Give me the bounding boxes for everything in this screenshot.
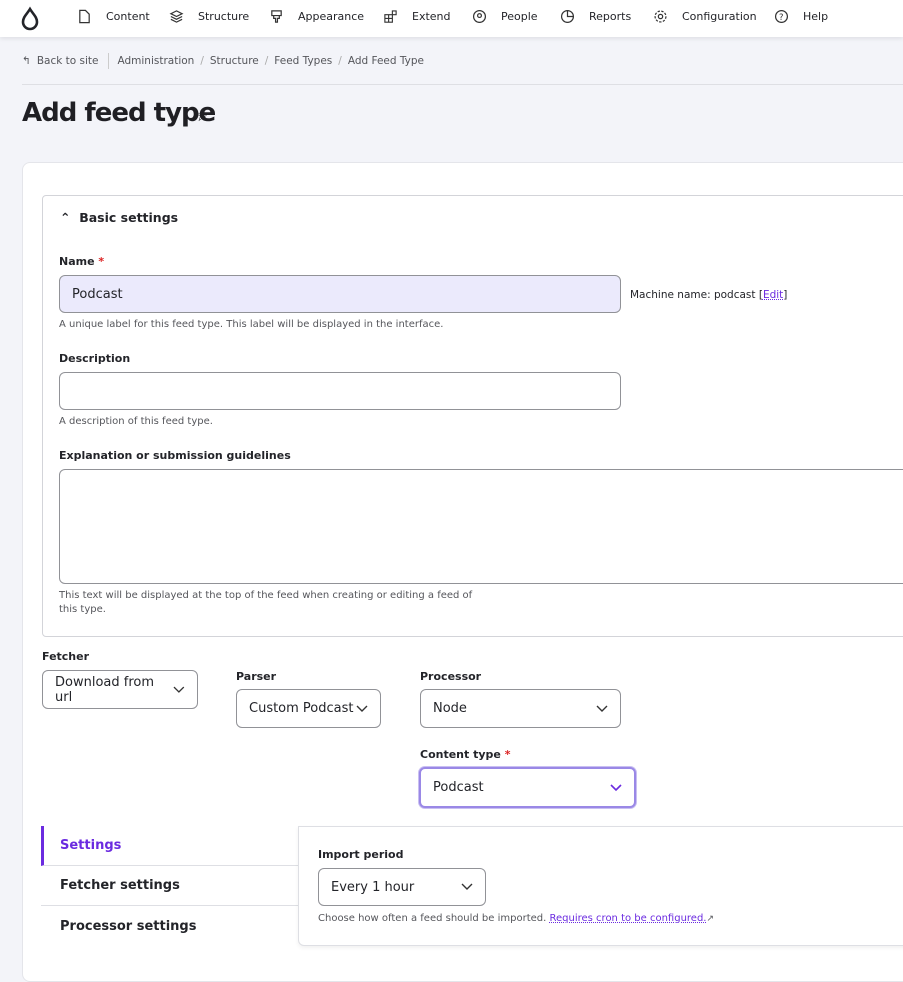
fetcher-select[interactable]: Download from url	[42, 670, 198, 709]
name-input[interactable]: Podcast	[59, 275, 621, 313]
crumb-structure[interactable]: Structure	[210, 55, 259, 67]
crumb-feed-types[interactable]: Feed Types	[274, 55, 332, 67]
chevron-down-icon	[356, 705, 368, 713]
drupal-logo-icon[interactable]	[20, 6, 40, 32]
nav-appearance[interactable]: Appearance	[269, 9, 364, 24]
chevron-up-icon: ⌃	[60, 210, 70, 225]
back-to-site-link[interactable]: Back to site	[37, 55, 99, 67]
file-icon	[77, 9, 92, 24]
parser-select[interactable]: Custom Podcast	[236, 689, 381, 728]
nav-configuration[interactable]: Configuration	[653, 9, 757, 24]
description-input[interactable]	[59, 372, 621, 410]
content-type-select[interactable]: Podcast	[419, 767, 636, 808]
page-title: Add feed type	[22, 98, 215, 128]
name-label: Name *	[59, 255, 104, 268]
nav-structure[interactable]: Structure	[169, 9, 249, 24]
fetcher-label: Fetcher	[42, 650, 89, 663]
nav-people[interactable]: People	[472, 9, 538, 24]
import-period-label: Import period	[318, 848, 403, 861]
nav-content[interactable]: Content	[77, 9, 150, 24]
processor-select[interactable]: Node	[420, 689, 621, 728]
help-icon: ?	[774, 9, 789, 24]
import-period-select[interactable]: Every 1 hour	[318, 868, 486, 906]
breadcrumb: ↰ Back to site Administration / Structure…	[22, 53, 424, 69]
pie-chart-icon	[560, 9, 575, 24]
back-arrow-icon: ↰	[22, 55, 31, 67]
nav-help[interactable]: ? Help	[774, 9, 828, 24]
chevron-down-icon	[596, 705, 608, 713]
basic-settings-summary[interactable]: ⌃ Basic settings	[60, 210, 178, 225]
cron-link[interactable]: Requires cron to be configured.	[550, 913, 707, 924]
edit-machine-name-link[interactable]: Edit	[763, 289, 783, 301]
description-help: A description of this feed type.	[59, 415, 213, 429]
content-type-label: Content type *	[420, 748, 510, 761]
chevron-down-icon	[173, 686, 185, 694]
chevron-down-icon	[461, 883, 473, 891]
vtab-fetcher-settings[interactable]: Fetcher settings	[41, 866, 299, 906]
nav-reports[interactable]: Reports	[560, 9, 631, 24]
guidelines-help: This text will be displayed at the top o…	[59, 589, 479, 617]
star-icon[interactable]: ☆	[195, 106, 210, 126]
processor-label: Processor	[420, 670, 481, 683]
blocks-icon	[383, 9, 398, 24]
crumb-current: Add Feed Type	[348, 55, 424, 67]
machine-name: Machine name: podcast [Edit]	[630, 288, 787, 302]
gear-icon	[653, 9, 668, 24]
nav-extend[interactable]: Extend	[383, 9, 451, 24]
name-description: A unique label for this feed type. This …	[59, 318, 443, 332]
settings-pane: Import period Every 1 hour Choose how of…	[298, 826, 903, 946]
guidelines-label: Explanation or submission guidelines	[59, 449, 291, 462]
description-label: Description	[59, 352, 130, 365]
import-period-help: Choose how often a feed should be import…	[318, 912, 714, 926]
user-circle-icon	[472, 9, 487, 24]
layers-icon	[169, 9, 184, 24]
vertical-tabs: Settings Fetcher settings Processor sett…	[41, 826, 299, 946]
parser-label: Parser	[236, 670, 276, 683]
vtab-processor-settings[interactable]: Processor settings	[41, 906, 299, 946]
chevron-down-icon	[610, 784, 622, 792]
external-link-icon: ↗	[706, 914, 714, 924]
guidelines-textarea[interactable]	[59, 469, 903, 584]
toolbar: Content Structure Appearance Extend Peop…	[0, 0, 903, 37]
crumb-administration[interactable]: Administration	[118, 55, 195, 67]
brush-icon	[269, 9, 284, 24]
svg-text:?: ?	[779, 12, 783, 22]
vtab-settings[interactable]: Settings	[41, 826, 299, 866]
